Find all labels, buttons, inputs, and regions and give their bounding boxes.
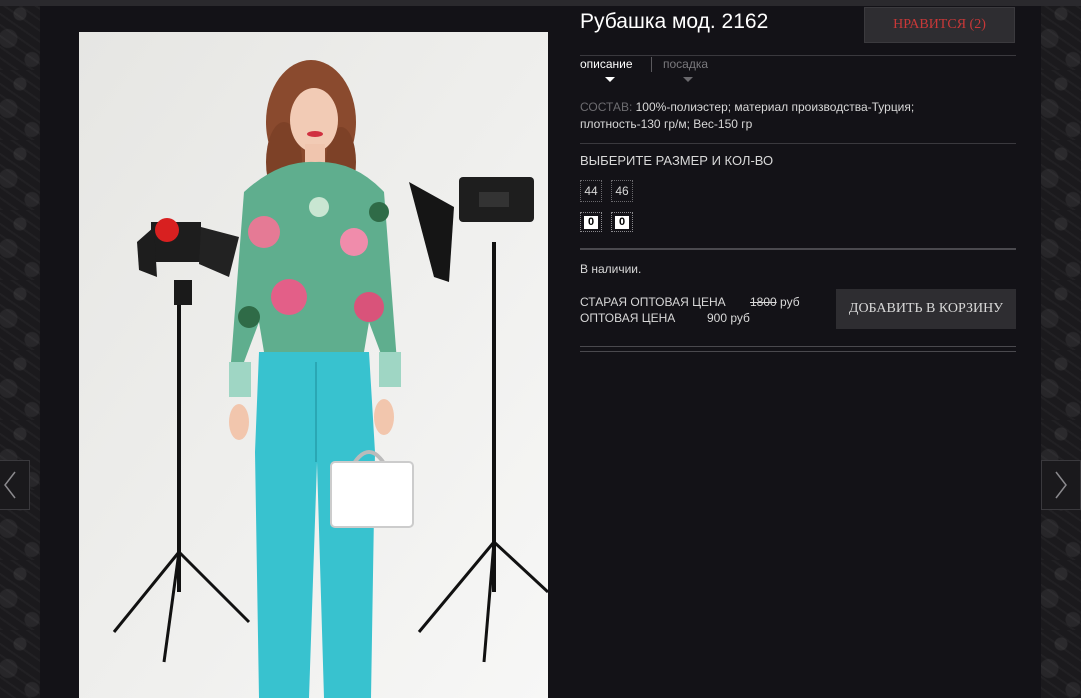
triangle-down-icon [683, 77, 693, 82]
quantity-44-input[interactable] [584, 215, 598, 229]
composition-value: 100%-полиэстер; материал производства-Ту… [635, 100, 915, 114]
chevron-right-icon [1055, 471, 1067, 499]
old-price-value-wrap: 1800 руб [750, 294, 800, 310]
divider [580, 351, 1016, 352]
tab-description[interactable]: описание [580, 57, 633, 82]
add-to-cart-button[interactable]: ДОБАВИТЬ В КОРЗИНУ [836, 289, 1016, 329]
price-row: ОПТОВАЯ ЦЕНА 900 руб [580, 310, 840, 326]
chevron-left-icon [4, 471, 16, 499]
tab-description-label: описание [580, 57, 633, 71]
next-product-button[interactable] [1041, 460, 1081, 510]
old-price-row: СТАРАЯ ОПТОВАЯ ЦЕНА 1800 руб [580, 294, 840, 310]
size-select-title: ВЫБЕРИТЕ РАЗМЕР И КОЛ-ВО [580, 153, 774, 168]
price-label: ОПТОВАЯ ЦЕНА [580, 311, 676, 325]
left-ornament-panel [0, 0, 40, 698]
tab-fit[interactable]: посадка [663, 57, 709, 82]
like-button[interactable]: НРАВИТСЯ (2) [864, 7, 1015, 43]
size-option-44[interactable]: 44 [580, 180, 602, 202]
stock-status: В наличии. [580, 262, 642, 276]
old-price-value: 1800 [750, 295, 777, 309]
quantity-46-input[interactable] [615, 215, 629, 229]
quantity-44-wrapper [580, 212, 602, 232]
old-price-unit: руб [780, 295, 800, 309]
old-price-label: СТАРАЯ ОПТОВАЯ ЦЕНА [580, 295, 726, 309]
right-ornament-panel [1041, 0, 1081, 698]
divider [580, 143, 1016, 144]
prev-product-button[interactable] [0, 460, 30, 510]
composition-text: СОСТАВ: 100%-полиэстер; материал произво… [580, 99, 1016, 133]
quantity-46-wrapper [611, 212, 633, 232]
tab-separator [651, 57, 652, 72]
price-block: СТАРАЯ ОПТОВАЯ ЦЕНА 1800 руб ОПТОВАЯ ЦЕН… [580, 294, 840, 326]
divider [580, 248, 1016, 250]
product-photo[interactable] [79, 32, 548, 698]
composition-value-2: плотность-130 гр/м; Вес-150 гр [580, 117, 753, 131]
composition-label: СОСТАВ: [580, 100, 633, 114]
triangle-down-icon [605, 77, 615, 82]
size-option-46[interactable]: 46 [611, 180, 633, 202]
price-value: 900 руб [707, 311, 750, 325]
divider [580, 346, 1016, 347]
product-tabs: описание посадка [580, 57, 1016, 87]
divider [580, 55, 1016, 56]
tab-fit-label: посадка [663, 57, 709, 71]
product-title: Рубашка мод. 2162 [580, 10, 769, 33]
